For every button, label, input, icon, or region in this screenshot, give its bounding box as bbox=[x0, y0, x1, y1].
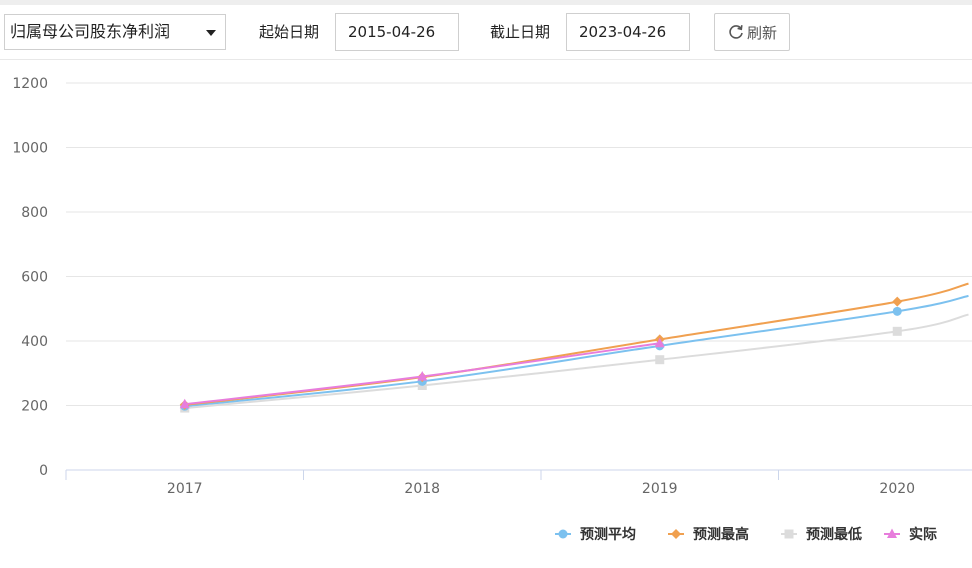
legend-label: 预测最高 bbox=[693, 526, 749, 543]
legend-label: 实际 bbox=[909, 526, 937, 543]
data-point bbox=[892, 296, 903, 307]
y-tick-label: 800 bbox=[21, 205, 48, 221]
y-tick-label: 600 bbox=[21, 270, 48, 286]
grid-lines bbox=[66, 82, 972, 406]
data-point bbox=[892, 306, 902, 316]
data-point bbox=[892, 326, 902, 336]
x-axis: 2017 2018 2019 2020 bbox=[65, 469, 972, 497]
legend-item: 预测最高 bbox=[668, 526, 749, 543]
y-tick-label: 200 bbox=[21, 399, 48, 415]
legend-item: 预测平均 bbox=[555, 526, 636, 543]
series-line bbox=[184, 294, 969, 408]
legend-marker bbox=[558, 529, 568, 539]
y-tick-label: 400 bbox=[21, 334, 48, 350]
legend-label: 预测平均 bbox=[580, 526, 636, 543]
legend-item: 预测最低 bbox=[781, 526, 862, 543]
series-2 bbox=[180, 313, 969, 413]
legend-marker bbox=[784, 529, 794, 539]
y-tick-label: 1000 bbox=[12, 141, 48, 157]
x-tick-label: 2019 bbox=[642, 481, 678, 497]
x-tick-label: 2020 bbox=[879, 481, 915, 497]
y-tick-label: 1200 bbox=[12, 76, 48, 92]
series-line bbox=[184, 282, 969, 406]
forecast-line-chart: 0 200 400 600 800 1000 1200 2017 2018 2019 2020 预… bbox=[12, 76, 972, 543]
legend-label: 预测最低 bbox=[806, 526, 862, 543]
legend: 预测平均 预测最高 预测最低 实际 bbox=[555, 526, 937, 543]
y-tick-label: 0 bbox=[39, 463, 48, 479]
series-lines bbox=[179, 282, 969, 413]
x-tick-label: 2017 bbox=[167, 481, 203, 497]
legend-item: 实际 bbox=[884, 526, 937, 543]
legend-marker bbox=[671, 529, 681, 539]
x-tick-label: 2018 bbox=[404, 481, 440, 497]
data-point bbox=[655, 355, 665, 365]
y-axis: 0 200 400 600 800 1000 1200 bbox=[12, 76, 48, 479]
